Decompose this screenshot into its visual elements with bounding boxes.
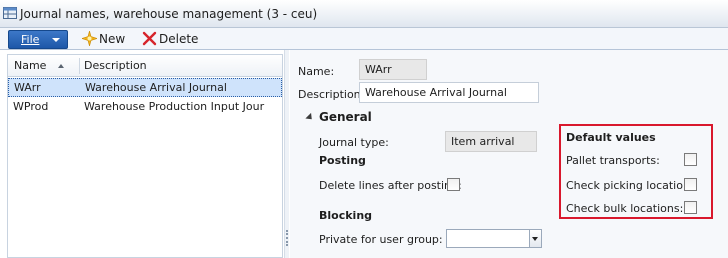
- sort-ascending-icon: [58, 64, 64, 68]
- table-form-icon: [3, 7, 17, 19]
- combo-dropdown-button[interactable]: [529, 230, 541, 247]
- delete-lines-checkbox[interactable]: [447, 178, 460, 191]
- column-divider[interactable]: [79, 58, 80, 74]
- name-label: Name:: [298, 65, 335, 78]
- window-title: Journal names, warehouse management (3 -…: [20, 7, 318, 21]
- sparkle-new-icon: [82, 31, 97, 46]
- file-menu-button[interactable]: File: [8, 30, 68, 49]
- check-picking-label: Check picking location:: [566, 179, 694, 192]
- general-section-title[interactable]: General: [319, 110, 372, 124]
- check-bulk-checkbox[interactable]: [684, 201, 697, 214]
- private-group-label: Private for user group:: [319, 233, 443, 246]
- red-x-delete-icon: [142, 31, 157, 46]
- description-label: Description:: [298, 88, 365, 101]
- table-row[interactable]: WArr Warehouse Arrival Journal: [8, 78, 282, 97]
- delete-button[interactable]: Delete: [142, 31, 199, 47]
- collapse-triangle-icon[interactable]: [305, 112, 315, 123]
- cell-name: WProd: [13, 100, 49, 113]
- check-picking-checkbox[interactable]: [684, 178, 697, 191]
- cell-name: WArr: [14, 81, 41, 94]
- splitter-grip-icon: [286, 230, 288, 246]
- chevron-down-icon: [52, 38, 60, 42]
- column-header-description[interactable]: Description: [84, 59, 147, 72]
- delete-label: Delete: [159, 32, 199, 46]
- name-field[interactable]: WArr: [359, 59, 427, 80]
- pallet-transports-label: Pallet transports:: [566, 154, 660, 167]
- column-header-name[interactable]: Name: [14, 59, 46, 72]
- posting-group-title: Posting: [319, 154, 366, 167]
- journal-type-label: Journal type:: [319, 136, 389, 149]
- new-button[interactable]: New: [82, 31, 126, 47]
- journal-names-grid[interactable]: Name Description WArr Warehouse Arrival …: [7, 54, 283, 258]
- blocking-group-title: Blocking: [319, 209, 373, 222]
- journal-type-field[interactable]: Item arrival: [445, 131, 537, 152]
- toolbar: File New Delete: [0, 28, 728, 50]
- cell-description: Warehouse Arrival Journal: [85, 81, 227, 94]
- delete-lines-label: Delete lines after posting:: [319, 179, 462, 192]
- pallet-transports-checkbox[interactable]: [684, 153, 697, 166]
- check-bulk-label: Check bulk locations:: [566, 202, 684, 215]
- detail-pane: Name: WArr Description: Warehouse Arriva…: [290, 50, 728, 258]
- chevron-down-icon: [532, 237, 538, 241]
- cell-description: Warehouse Production Input Jour: [84, 100, 265, 113]
- private-group-combo[interactable]: [446, 229, 542, 248]
- default-values-title: Default values: [566, 131, 656, 144]
- new-label: New: [99, 32, 126, 46]
- pane-splitter[interactable]: [284, 50, 289, 258]
- description-field[interactable]: Warehouse Arrival Journal: [359, 82, 539, 103]
- grid-header: Name Description: [8, 55, 282, 77]
- file-menu-label: File: [21, 33, 40, 46]
- table-row[interactable]: WProd Warehouse Production Input Jour: [8, 97, 282, 116]
- title-bar: Journal names, warehouse management (3 -…: [0, 0, 728, 28]
